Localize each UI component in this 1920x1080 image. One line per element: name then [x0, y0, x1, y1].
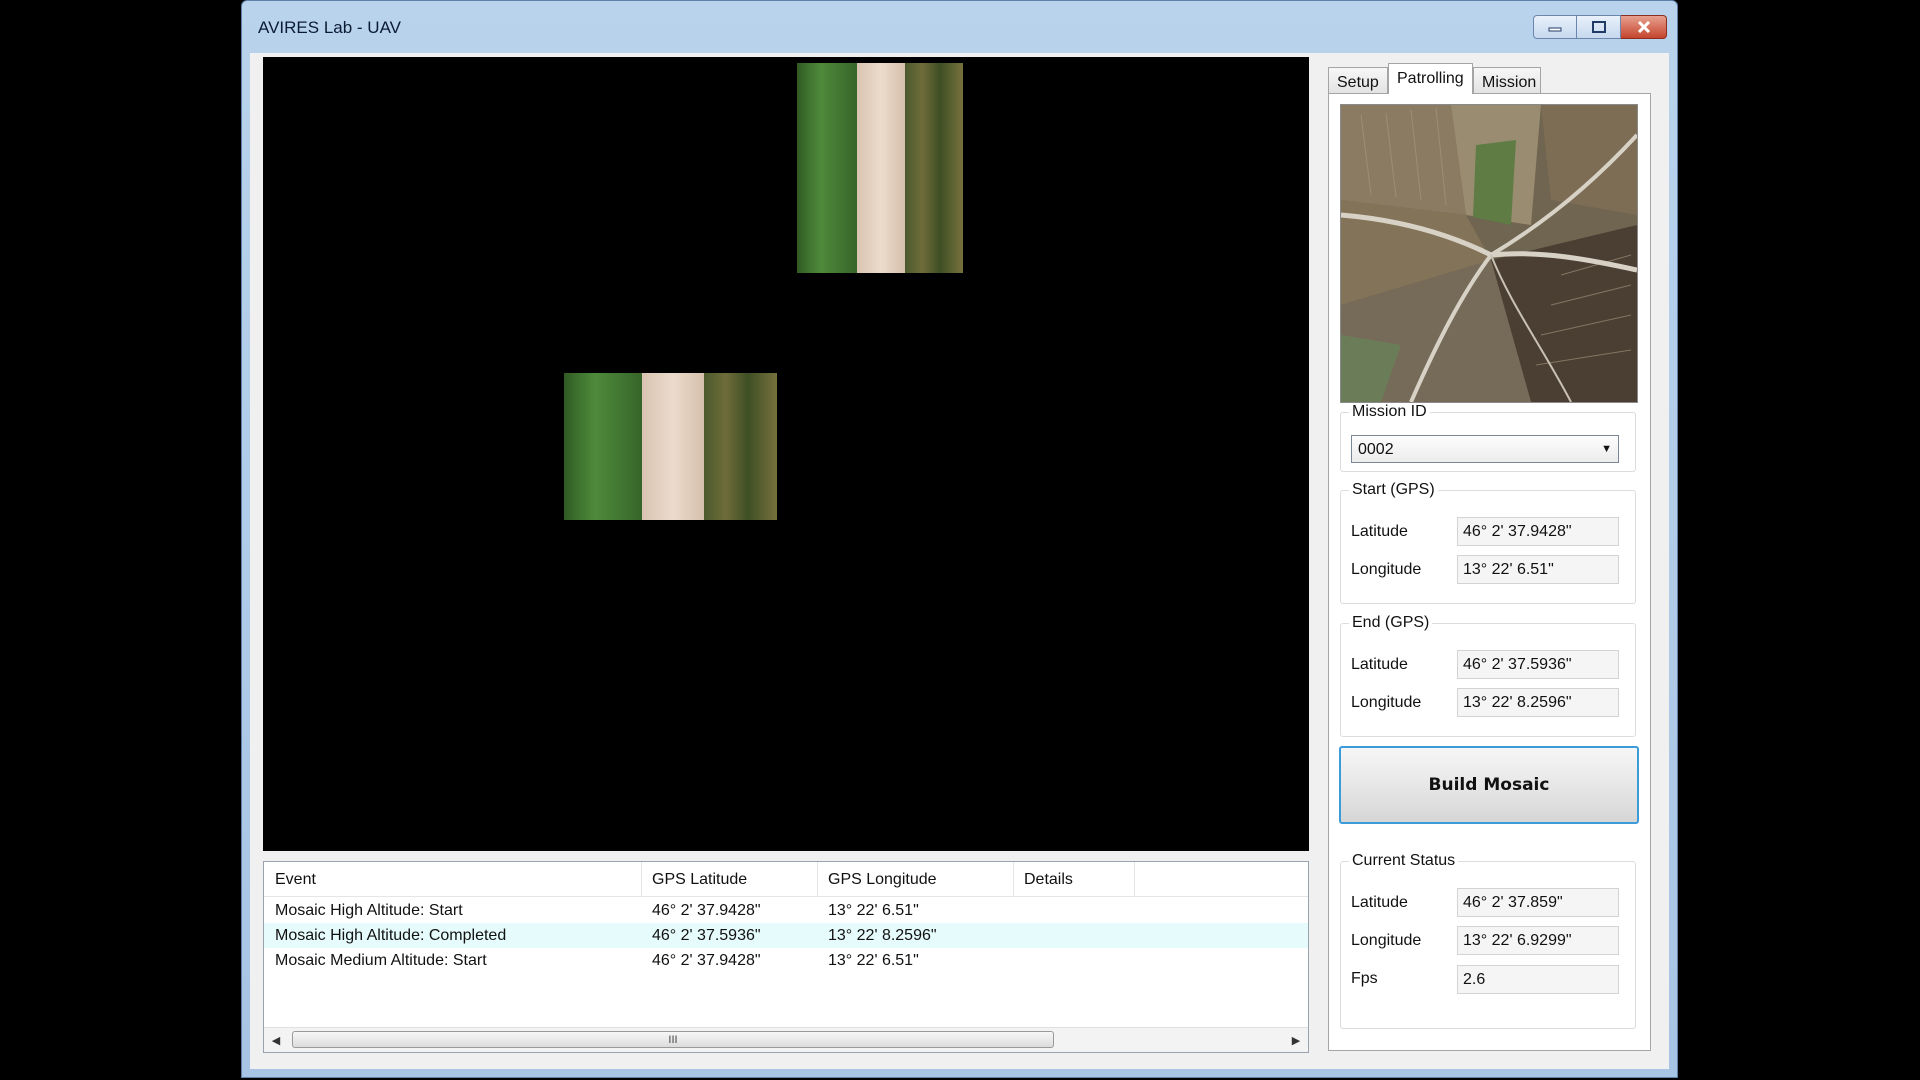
start-latitude-field[interactable]: 46° 2' 37.9428"	[1457, 517, 1619, 546]
end-latitude-field[interactable]: 46° 2' 37.5936"	[1457, 650, 1619, 679]
current-status-group: Current Status Latitude 46° 2' 37.859" L…	[1340, 852, 1636, 1029]
end-gps-group: End (GPS) Latitude 46° 2' 37.5936" Longi…	[1340, 614, 1636, 737]
tab-patrolling[interactable]: Patrolling	[1388, 63, 1473, 94]
start-gps-label: Start (GPS)	[1349, 481, 1438, 499]
event-log-header: Event GPS Latitude GPS Longitude Details	[264, 862, 1308, 897]
aerial-map-preview	[1340, 104, 1638, 403]
status-latitude-label: Latitude	[1351, 894, 1408, 911]
end-longitude-field[interactable]: 13° 22' 8.2596"	[1457, 688, 1619, 717]
window-title: AVIRES Lab - UAV	[258, 18, 401, 37]
mission-id-label: Mission ID	[1349, 403, 1430, 421]
mosaic-tile-1	[797, 63, 963, 273]
build-mosaic-button[interactable]: Build Mosaic	[1339, 746, 1639, 824]
status-fps-field[interactable]: 2.6	[1457, 965, 1619, 994]
tab-setup[interactable]: Setup	[1328, 67, 1388, 93]
minimize-button[interactable]	[1533, 15, 1577, 39]
status-longitude-field[interactable]: 13° 22' 6.9299"	[1457, 926, 1619, 955]
status-longitude-label: Longitude	[1351, 932, 1422, 949]
table-row[interactable]: Mosaic High Altitude: Start 46° 2' 37.94…	[264, 898, 1308, 923]
minimize-icon	[1548, 27, 1562, 32]
start-longitude-label: Longitude	[1351, 561, 1422, 578]
end-longitude-label: Longitude	[1351, 694, 1422, 711]
start-gps-group: Start (GPS) Latitude 46° 2' 37.9428" Lon…	[1340, 481, 1636, 604]
patrolling-tab-page: Mission ID 0002 ▼ Start (GPS) Latitude 4…	[1328, 93, 1651, 1051]
table-row[interactable]: Mosaic High Altitude: Completed 46° 2' 3…	[264, 923, 1308, 948]
end-latitude-label: Latitude	[1351, 656, 1408, 673]
column-header-gps-longitude[interactable]: GPS Longitude	[828, 871, 937, 889]
current-status-label: Current Status	[1349, 852, 1459, 870]
app-window: AVIRES Lab - UAV Event GPS Latitude GPS …	[241, 0, 1678, 1078]
maximize-button[interactable]	[1577, 15, 1621, 39]
table-row[interactable]: Mosaic Medium Altitude: Start 46° 2' 37.…	[264, 948, 1308, 973]
event-log-list[interactable]: Event GPS Latitude GPS Longitude Details…	[263, 861, 1309, 1053]
client-area: Event GPS Latitude GPS Longitude Details…	[250, 53, 1669, 1069]
start-longitude-field[interactable]: 13° 22' 6.51"	[1457, 555, 1619, 584]
dropdown-arrow-icon: ▼	[1601, 443, 1612, 455]
mission-id-dropdown[interactable]: 0002 ▼	[1351, 435, 1619, 463]
scroll-left-icon[interactable]: ◀	[266, 1028, 286, 1052]
start-latitude-label: Latitude	[1351, 523, 1408, 540]
scroll-right-icon[interactable]: ▶	[1286, 1028, 1306, 1052]
horizontal-scrollbar[interactable]: ◀ III ▶	[264, 1027, 1308, 1052]
mosaic-viewport[interactable]	[263, 57, 1309, 851]
title-bar[interactable]: AVIRES Lab - UAV	[242, 1, 1677, 51]
tab-mission[interactable]: Mission	[1473, 67, 1541, 93]
end-gps-label: End (GPS)	[1349, 614, 1433, 632]
column-header-details[interactable]: Details	[1024, 871, 1073, 889]
column-header-event[interactable]: Event	[275, 871, 316, 889]
close-button[interactable]	[1621, 15, 1667, 39]
scrollbar-thumb[interactable]: III	[292, 1031, 1054, 1048]
status-latitude-field[interactable]: 46° 2' 37.859"	[1457, 888, 1619, 917]
column-header-gps-latitude[interactable]: GPS Latitude	[652, 871, 747, 889]
mission-id-group: Mission ID 0002 ▼	[1340, 403, 1636, 472]
status-fps-label: Fps	[1351, 970, 1378, 987]
maximize-icon	[1591, 21, 1606, 33]
close-icon	[1637, 21, 1650, 33]
window-controls	[1533, 15, 1667, 39]
mosaic-tile-2	[564, 373, 777, 520]
